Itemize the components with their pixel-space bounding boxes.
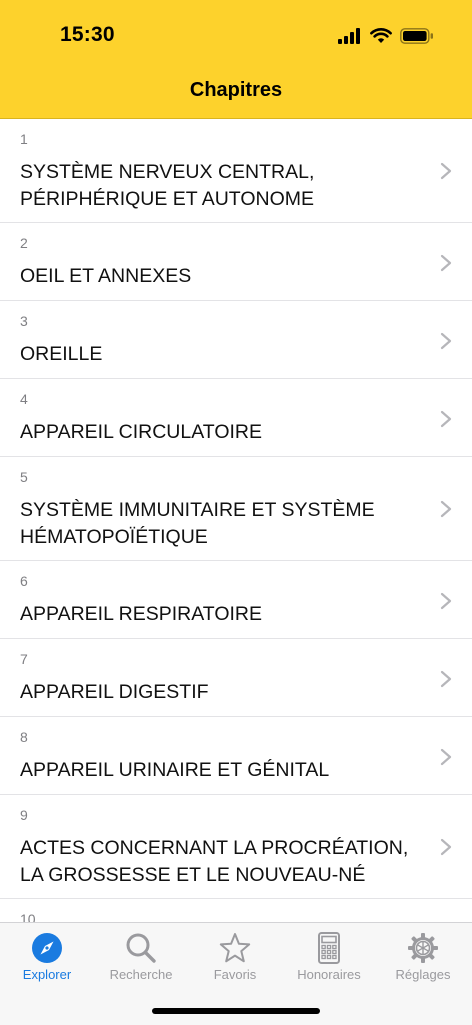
chapter-title: SYSTÈME IMMUNITAIRE ET SYSTÈME HÉMATOPOÏÉ…: [20, 499, 375, 548]
chapter-number: 5: [20, 469, 28, 485]
chapter-title: APPAREIL CIRCULATOIRE: [20, 421, 263, 443]
search-icon: [126, 933, 156, 963]
chapter-number: 6: [20, 573, 28, 589]
chapter-number: 10: [20, 911, 36, 922]
compass-icon: [32, 933, 62, 963]
cellular-signal-icon: [338, 28, 360, 44]
wifi-icon: [370, 28, 392, 43]
tab-label: Recherche: [109, 967, 173, 982]
tab-recherche[interactable]: Recherche: [94, 931, 188, 982]
chapter-row-3[interactable]: 3 OREILLE: [0, 301, 472, 379]
chevron-right-icon: [440, 838, 452, 856]
tab-reglages[interactable]: Réglages: [376, 931, 470, 982]
battery-icon: [400, 28, 433, 44]
chapter-number: 3: [20, 313, 28, 329]
chapter-row-5[interactable]: 5 SYSTÈME IMMUNITAIRE ET SYSTÈME HÉMATOPO…: [0, 457, 472, 561]
chevron-right-icon: [440, 670, 452, 688]
calculator-icon: [318, 932, 340, 964]
star-icon: [219, 933, 251, 963]
tab-label: Honoraires: [297, 967, 361, 982]
tab-label: Réglages: [395, 967, 451, 982]
gear-icon: [408, 933, 438, 963]
tab-honoraires[interactable]: Honoraires: [282, 931, 376, 982]
home-indicator: [152, 1008, 320, 1014]
chapter-list[interactable]: 1 SYSTÈME NERVEUX CENTRAL, PÉRIPHÉRIQUE E…: [0, 119, 472, 922]
chapter-row-1[interactable]: 1 SYSTÈME NERVEUX CENTRAL, PÉRIPHÉRIQUE E…: [0, 119, 472, 223]
chapter-row-9[interactable]: 9 ACTES CONCERNANT LA PROCRÉATION, LA GRO…: [0, 795, 472, 899]
chevron-right-icon: [440, 592, 452, 610]
tab-explorer[interactable]: Explorer: [0, 931, 94, 982]
header: 15:30 Chapitres: [0, 0, 472, 119]
tab-favoris[interactable]: Favoris: [188, 931, 282, 982]
chapter-title: ACTES CONCERNANT LA PROCRÉATION, LA GROSS…: [20, 837, 409, 886]
tab-label: Favoris: [213, 967, 257, 982]
status-icons: [338, 26, 434, 46]
tab-label: Explorer: [22, 967, 72, 982]
chapter-row-4[interactable]: 4 APPAREIL CIRCULATOIRE: [0, 379, 472, 457]
chapter-title: APPAREIL URINAIRE ET GÉNITAL: [20, 759, 330, 781]
chevron-right-icon: [440, 500, 452, 518]
chapter-number: 8: [20, 729, 28, 745]
chapter-number: 4: [20, 391, 28, 407]
chapter-row-2[interactable]: 2 OEIL ET ANNEXES: [0, 223, 472, 301]
chapter-title: OREILLE: [20, 343, 103, 365]
chapter-row-7[interactable]: 7 APPAREIL DIGESTIF: [0, 639, 472, 717]
chevron-right-icon: [440, 332, 452, 350]
chapter-row-10[interactable]: 10: [0, 899, 472, 922]
status-time: 15:30: [60, 23, 115, 46]
chapter-number: 1: [20, 131, 28, 147]
chevron-right-icon: [440, 748, 452, 766]
chapter-title: APPAREIL RESPIRATOIRE: [20, 603, 263, 625]
chapter-number: 9: [20, 807, 28, 823]
chapter-title: OEIL ET ANNEXES: [20, 265, 192, 287]
chapter-title: SYSTÈME NERVEUX CENTRAL, PÉRIPHÉRIQUE ET …: [20, 161, 315, 210]
chapter-title: APPAREIL DIGESTIF: [20, 681, 209, 703]
chapter-number: 7: [20, 651, 28, 667]
chapter-row-8[interactable]: 8 APPAREIL URINAIRE ET GÉNITAL: [0, 717, 472, 795]
chevron-right-icon: [440, 254, 452, 272]
chapter-number: 2: [20, 235, 28, 251]
chevron-right-icon: [440, 162, 452, 180]
page-title: Chapitres: [189, 79, 283, 101]
chevron-right-icon: [440, 410, 452, 428]
chapter-row-6[interactable]: 6 APPAREIL RESPIRATOIRE: [0, 561, 472, 639]
